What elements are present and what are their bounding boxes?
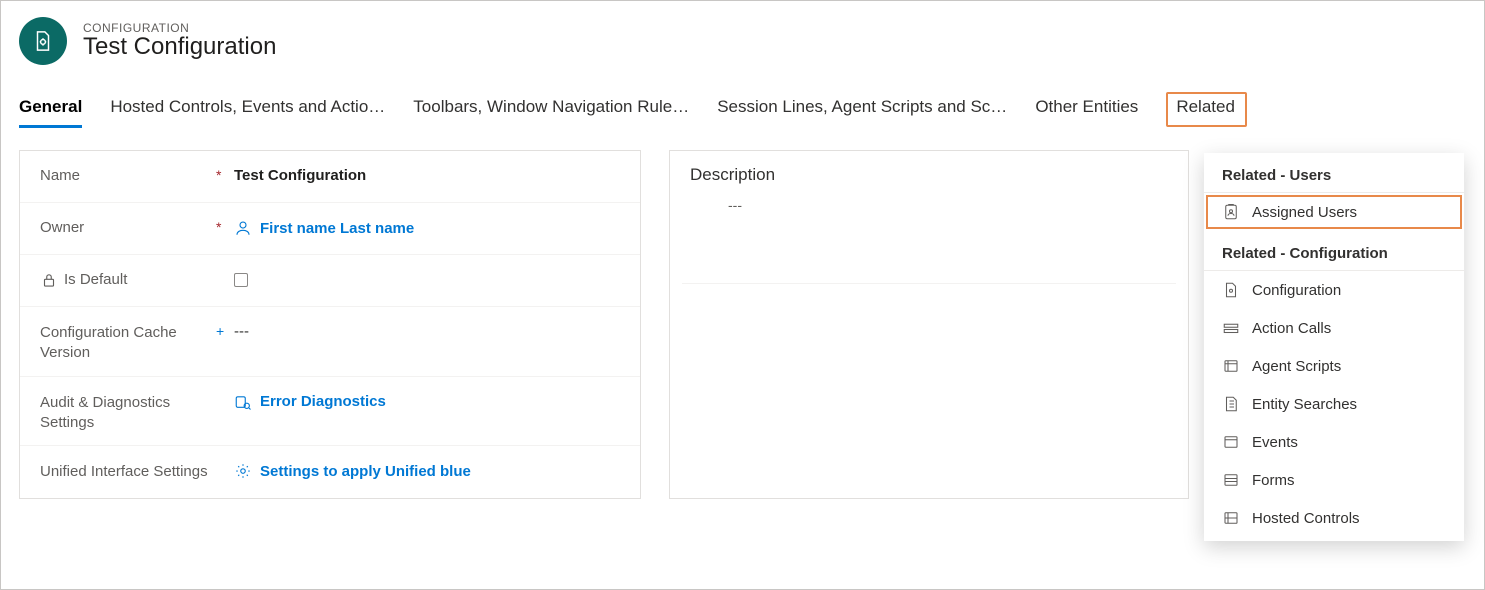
field-name[interactable]: Name * Test Configuration — [20, 151, 640, 203]
tab-toolbars[interactable]: Toolbars, Window Navigation Rule… — [413, 97, 689, 127]
menu-action-calls-label: Action Calls — [1252, 320, 1331, 337]
action-calls-icon — [1222, 319, 1240, 337]
field-audit[interactable]: Audit & Diagnostics Settings Error Diagn… — [20, 377, 640, 447]
events-icon — [1222, 433, 1240, 451]
menu-entity-searches[interactable]: Entity Searches — [1204, 385, 1464, 423]
is-default-text: Is Default — [64, 271, 127, 288]
general-panel: Name * Test Configuration Owner * First … — [19, 150, 641, 499]
field-unified-label: Unified Interface Settings — [40, 458, 216, 482]
tab-general[interactable]: General — [19, 97, 82, 127]
field-owner-label: Owner — [40, 215, 216, 236]
tab-other-entities[interactable]: Other Entities — [1035, 97, 1138, 127]
owner-link[interactable]: First name Last name — [260, 220, 414, 237]
description-value[interactable]: --- — [670, 191, 1188, 283]
field-is-default[interactable]: Is Default — [20, 255, 640, 307]
tab-related[interactable]: Related — [1166, 92, 1247, 127]
menu-agent-scripts-label: Agent Scripts — [1252, 358, 1341, 375]
menu-configuration-label: Configuration — [1252, 282, 1341, 299]
page-title: Test Configuration — [83, 33, 276, 61]
forms-icon — [1222, 471, 1240, 489]
app-frame: CONFIGURATION Test Configuration General… — [0, 0, 1485, 590]
assigned-users-icon — [1222, 203, 1240, 221]
menu-assigned-users-label: Assigned Users — [1252, 204, 1357, 221]
menu-entity-searches-label: Entity Searches — [1252, 396, 1357, 413]
menu-events-label: Events — [1252, 434, 1298, 451]
field-owner-value: First name Last name — [234, 215, 620, 237]
recommended-indicator: + — [216, 319, 234, 339]
hosted-controls-icon — [1222, 509, 1240, 527]
tab-hosted-controls[interactable]: Hosted Controls, Events and Actio… — [110, 97, 385, 127]
unified-link[interactable]: Settings to apply Unified blue — [260, 463, 471, 480]
description-panel: Description --- — [669, 150, 1189, 499]
lock-icon — [40, 271, 58, 289]
field-name-value: Test Configuration — [234, 163, 620, 184]
related-config-section: Related - Configuration — [1204, 231, 1464, 271]
tab-session-lines[interactable]: Session Lines, Agent Scripts and Sc… — [717, 97, 1007, 127]
required-indicator: * — [216, 215, 234, 235]
menu-hosted-controls-label: Hosted Controls — [1252, 510, 1360, 527]
field-cache-version-value: --- — [234, 319, 620, 340]
menu-agent-scripts[interactable]: Agent Scripts — [1204, 347, 1464, 385]
field-unified[interactable]: Unified Interface Settings Settings to a… — [20, 446, 640, 498]
agent-scripts-icon — [1222, 357, 1240, 375]
field-is-default-value — [234, 267, 620, 287]
field-name-label: Name — [40, 163, 216, 184]
field-audit-label: Audit & Diagnostics Settings — [40, 389, 216, 434]
field-audit-value: Error Diagnostics — [234, 389, 620, 411]
field-owner[interactable]: Owner * First name Last name — [20, 203, 640, 255]
field-is-default-label: Is Default — [40, 267, 216, 289]
menu-events[interactable]: Events — [1204, 423, 1464, 461]
entity-searches-icon — [1222, 395, 1240, 413]
diagnostics-icon — [234, 393, 252, 411]
divider — [682, 283, 1176, 284]
description-label: Description — [670, 151, 1188, 191]
settings-icon — [234, 462, 252, 480]
related-users-section: Related - Users — [1204, 153, 1464, 193]
related-dropdown: Related - Users Assigned Users Related -… — [1204, 153, 1464, 541]
configuration-icon — [1222, 281, 1240, 299]
menu-forms[interactable]: Forms — [1204, 461, 1464, 499]
tab-strip: General Hosted Controls, Events and Acti… — [1, 73, 1484, 128]
required-indicator: * — [216, 163, 234, 183]
person-icon — [234, 219, 252, 237]
menu-configuration[interactable]: Configuration — [1204, 271, 1464, 309]
field-cache-version-label: Configuration Cache Version — [40, 319, 216, 364]
is-default-checkbox[interactable] — [234, 273, 248, 287]
entity-icon — [19, 17, 67, 65]
menu-hosted-controls[interactable]: Hosted Controls — [1204, 499, 1464, 537]
menu-action-calls[interactable]: Action Calls — [1204, 309, 1464, 347]
menu-forms-label: Forms — [1252, 472, 1295, 489]
menu-assigned-users[interactable]: Assigned Users — [1204, 193, 1464, 231]
field-unified-value: Settings to apply Unified blue — [234, 458, 620, 480]
field-cache-version[interactable]: Configuration Cache Version + --- — [20, 307, 640, 377]
page-header: CONFIGURATION Test Configuration — [1, 1, 1484, 73]
audit-link[interactable]: Error Diagnostics — [260, 393, 386, 410]
